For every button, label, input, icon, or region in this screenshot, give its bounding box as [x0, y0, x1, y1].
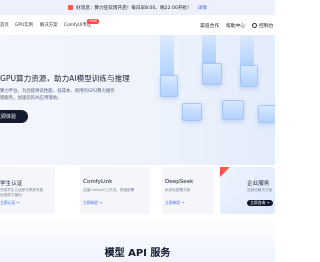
try-now-button[interactable]: 立即体验	[0, 110, 28, 123]
hero-headline: GPU算力资源，助力AI模型训练与推理	[0, 74, 130, 83]
card-desc: 连接ComfyUI工作流，快速部署	[83, 188, 135, 192]
promo-banner[interactable]: 好消息：算力狂欢周开启！每日早8:00、晚22:00开抢！ 详情	[0, 0, 275, 15]
hero-subtitle-1: 算力平台，为您提供高性能、低成本、易用的GPU算力服务	[0, 89, 115, 94]
card-desc: 私有化部署方案	[165, 188, 191, 192]
card-enterprise[interactable]: 企业服务 定制化解决方案 立即咨询 →	[220, 167, 275, 214]
console-icon	[252, 23, 257, 28]
card-link[interactable]: 立即体验 →	[83, 200, 103, 206]
card-desc: 定制化解决方案	[247, 188, 273, 192]
hot-ribbon	[220, 167, 230, 177]
card-comfylink[interactable]: ComfyLink 连接ComfyUI工作流，快速部署 立即体验 →	[80, 167, 150, 214]
hero-section: GPU算力资源，助力AI模型训练与推理 算力平台，为您提供高性能、低成本、易用的…	[0, 35, 275, 165]
nav-console-link[interactable]: 控制台	[252, 22, 273, 29]
nav-partner-link[interactable]: 渠道合作	[200, 22, 219, 29]
feature-cards: 学生认证 完成学生认证即可享受专属 优惠算力福利 立即认证 → ComfyLink…	[0, 167, 275, 215]
nav-item-home[interactable]: 首页	[0, 22, 9, 28]
nav-item-comfyui-label: ComfyUI专区	[64, 23, 92, 28]
card-link[interactable]: 立即体验 →	[165, 200, 185, 206]
card-title: 企业服务	[247, 181, 270, 187]
new-badge: NEW	[87, 19, 99, 24]
hero-subtitle-2: 理服务，加速您的AI应用落地。	[0, 96, 62, 101]
card-title: 学生认证	[0, 181, 23, 187]
nav-item-gpu[interactable]: GPU实例	[15, 22, 33, 28]
promo-text: 好消息：算力狂欢周开启！每日早8:00、晚22:00开抢！	[76, 5, 192, 11]
card-deepseek[interactable]: DeepSeek 私有化部署方案 立即体验 →	[162, 167, 214, 214]
card-link[interactable]: 立即咨询 →	[247, 200, 273, 206]
card-desc: 完成学生认证即可享受专属 优惠算力福利	[0, 188, 44, 197]
nav-item-comfyui[interactable]: ComfyUI专区 NEW	[64, 19, 99, 28]
card-title: ComfyLink	[83, 179, 113, 185]
card-student[interactable]: 学生认证 完成学生认证即可享受专属 优惠算力福利 立即认证 →	[0, 167, 55, 214]
promo-detail-link[interactable]: 详情	[198, 5, 207, 11]
card-link[interactable]: 立即认证 →	[0, 200, 20, 206]
top-nav: 首页 GPU实例 解决方案 ComfyUI专区 NEW 渠道合作 帮助中心 控制…	[0, 15, 275, 35]
card-title: DeepSeek	[165, 179, 194, 185]
hero-illustration	[130, 35, 275, 165]
console-label: 控制台	[259, 24, 274, 29]
nav-help-link[interactable]: 帮助中心	[226, 22, 245, 29]
nav-item-solutions[interactable]: 解决方案	[40, 22, 58, 28]
section-title: 模型 API 服务	[104, 248, 171, 259]
gift-icon	[68, 5, 74, 10]
